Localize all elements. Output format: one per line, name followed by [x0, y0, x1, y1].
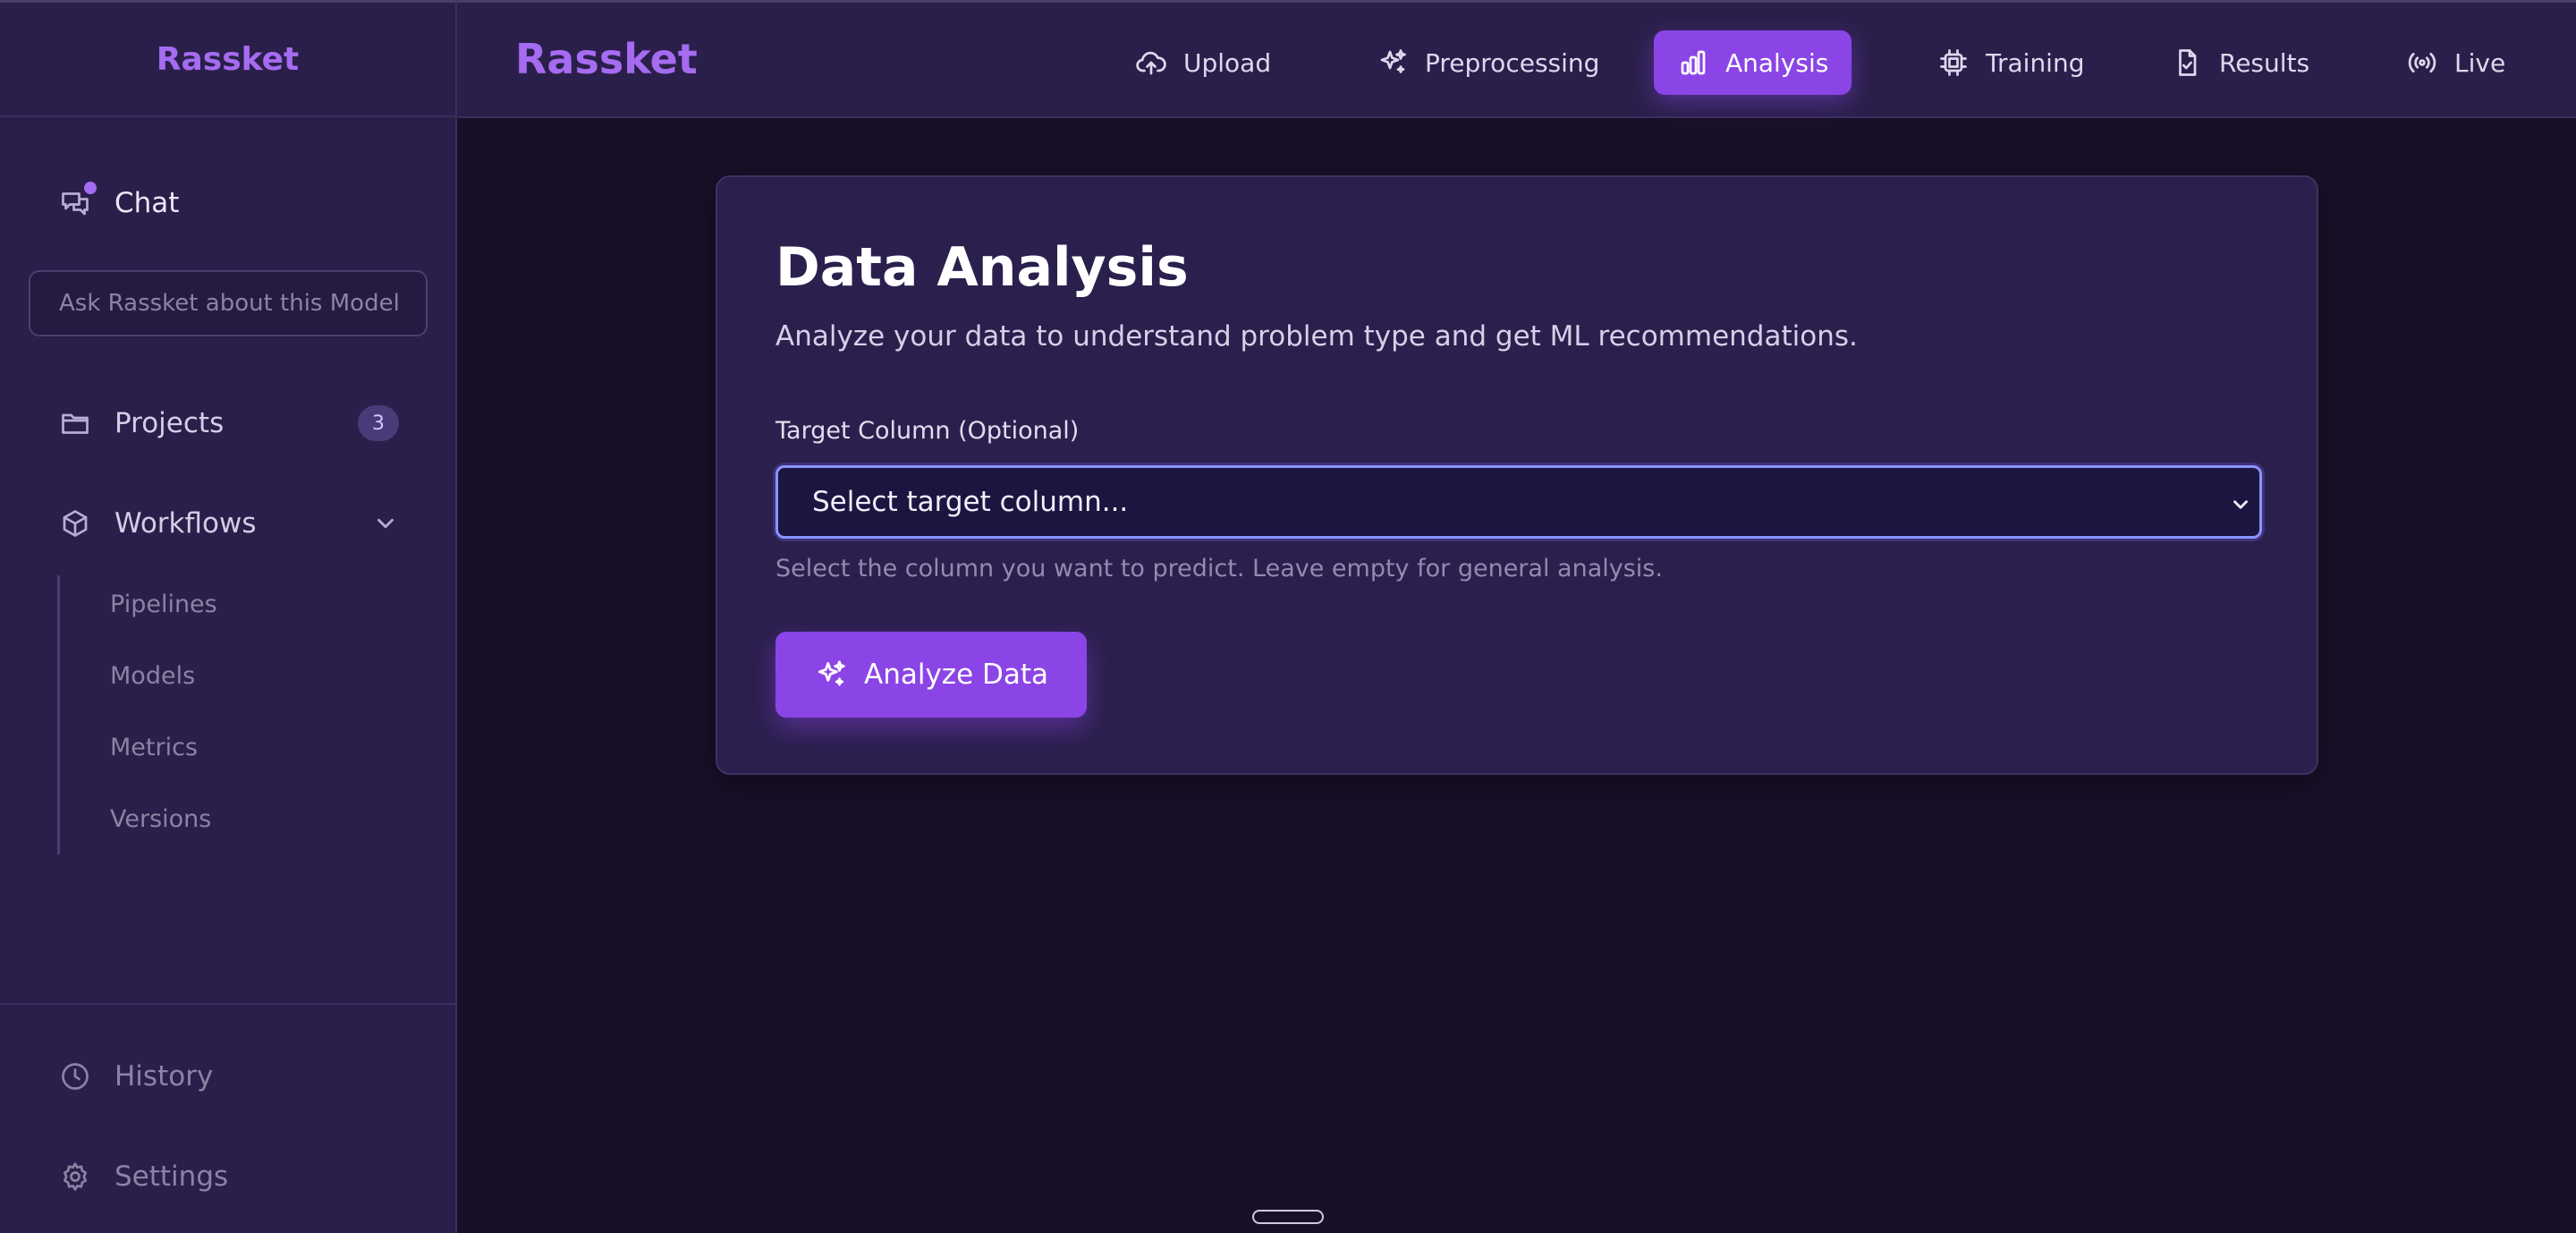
home-indicator	[1252, 1210, 1324, 1224]
chat-label: Chat	[114, 187, 180, 219]
sparkles-icon	[818, 660, 845, 686]
target-column-label: Target Column (Optional)	[775, 417, 1080, 445]
sidebar-chat[interactable]: Chat	[57, 182, 180, 221]
file-check-icon	[2179, 49, 2197, 76]
sidebar-item-projects[interactable]: Projects 3	[57, 405, 399, 441]
tab-analysis[interactable]: Analysis	[1654, 30, 1852, 95]
chat-icon	[57, 182, 97, 221]
tab-upload[interactable]: Upload	[1112, 30, 1294, 95]
sparkles-icon	[1380, 49, 1406, 73]
sidebar-footer	[0, 1003, 457, 1233]
app-root: Rassket Chat Projects 3 Workflows	[0, 0, 2576, 1233]
folder-icon	[57, 405, 93, 441]
target-column-help: Select the column you want to predict. L…	[775, 555, 1663, 582]
clock-icon	[57, 1059, 93, 1094]
cube-icon	[57, 506, 93, 541]
workflows-submenu: Pipelines Models Metrics Versions	[57, 575, 217, 855]
chevron-down-icon	[2229, 491, 2252, 514]
button-label: Analyze Data	[863, 659, 1049, 691]
tab-label: Preprocessing	[1425, 47, 1600, 78]
chat-input[interactable]	[59, 290, 426, 317]
projects-count-badge: 3	[358, 405, 399, 441]
gear-icon	[57, 1159, 93, 1195]
sidebar-item-history[interactable]: History	[57, 1059, 213, 1094]
page-title: Data Analysis	[775, 236, 1189, 299]
analyze-data-button[interactable]: Analyze Data	[775, 632, 1087, 718]
sidebar-item-label: Workflows	[114, 507, 257, 540]
sidebar-item-settings[interactable]: Settings	[57, 1159, 228, 1195]
tab-live[interactable]: Live	[2383, 30, 2529, 95]
sidebar-subitem-metrics[interactable]: Metrics	[110, 719, 217, 790]
tab-results[interactable]: Results	[2148, 30, 2333, 95]
bar-chart-icon	[1681, 50, 1706, 75]
chat-notification-dot	[84, 182, 97, 194]
broadcast-icon	[2408, 52, 2436, 73]
tab-label: Results	[2219, 47, 2310, 78]
tab-label: Upload	[1183, 47, 1272, 78]
sidebar-brand[interactable]: Rassket	[0, 3, 455, 117]
sidebar-item-workflows[interactable]: Workflows	[57, 506, 399, 541]
sidebar: Rassket Chat Projects 3 Workflows	[0, 0, 457, 1233]
main-nav: Upload Preprocessing Analysis Training R…	[457, 3, 2576, 121]
sidebar-item-label: Projects	[114, 407, 225, 439]
sidebar-subitem-pipelines[interactable]: Pipelines	[110, 575, 217, 647]
tab-label: Live	[2454, 47, 2506, 78]
sidebar-item-label: History	[114, 1060, 214, 1093]
cloud-upload-icon	[1136, 51, 1166, 75]
data-analysis-card: Data Analysis Analyze your data to under…	[716, 175, 2318, 775]
target-column-select[interactable]: Select target column...	[775, 465, 2262, 539]
cpu-chip-icon	[1940, 49, 1967, 76]
sidebar-subitem-models[interactable]: Models	[110, 647, 217, 719]
page-subtitle: Analyze your data to understand problem …	[775, 320, 1858, 353]
sidebar-subitem-versions[interactable]: Versions	[110, 790, 217, 862]
chevron-down-icon[interactable]	[372, 510, 399, 537]
select-value: Select target column...	[812, 486, 1129, 518]
tab-label: Analysis	[1725, 47, 1829, 78]
chat-input-container	[29, 270, 428, 336]
tab-label: Training	[1986, 47, 2085, 78]
tab-training[interactable]: Training	[1914, 30, 2107, 95]
top-nav-bar: Rassket Upload Preprocessing Analysis Tr…	[457, 0, 2576, 118]
tab-preprocessing[interactable]: Preprocessing	[1353, 30, 1623, 95]
sidebar-item-label: Settings	[114, 1161, 229, 1193]
